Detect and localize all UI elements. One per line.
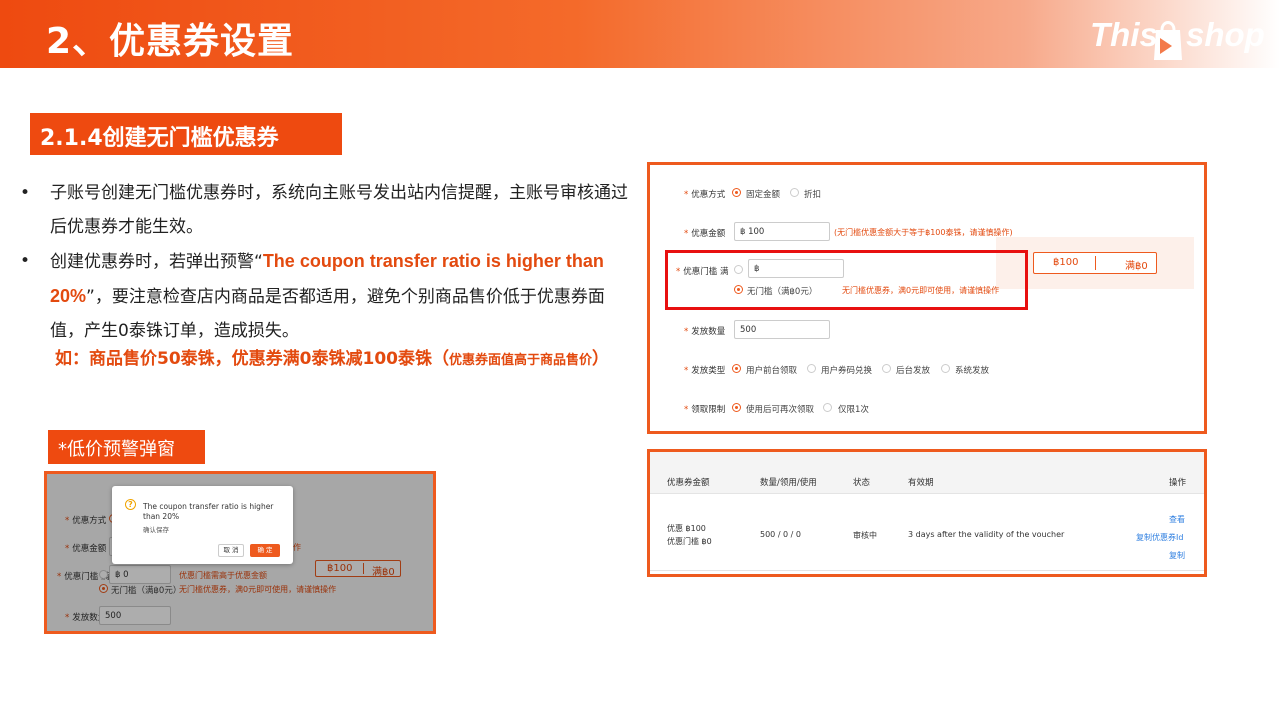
bullet-dot-icon: • [20,251,31,271]
shopping-bag-icon [1154,21,1182,60]
example-small-note: 优惠券面值高于商品售价 [448,353,592,368]
method-fixed-option: 固定金额 [746,190,781,200]
section-title: 2.1.4创建无门槛优惠券 [30,113,342,155]
example-note: 如：商品售价50泰铢，优惠券满0泰铢减100泰铢（优惠券面值高于商品售价） [55,344,609,369]
warning-dialog: ? The coupon transfer ratio is higher th… [112,486,293,564]
preview-left: ฿100 [1053,257,1079,268]
issue-type-label: * 发放类型 [684,366,726,376]
limit-repeat-radio[interactable] [732,403,741,412]
row-amount-threshold: 优惠门槛 ฿0 [667,537,712,546]
bullet-item: • 子账号创建无门槛优惠券时，系统向主账号发出站内信提醒，主账号审核通过后优惠券… [20,176,630,244]
qty-input[interactable]: 500 [734,320,830,339]
header-banner: 2、优惠券设置 This shop [0,0,1280,68]
logo-text-this: This [1090,16,1158,53]
page-title: 2、优惠券设置 [46,21,295,62]
method-fixed-radio[interactable] [732,188,741,197]
threshold-highlight-box [665,250,1028,310]
amount-hint: (无门槛优惠金额大于等于฿100泰铢，请谨慎操作) [834,228,1013,237]
example-close: ） [592,349,609,369]
thisshop-logo: This shop [1090,12,1270,64]
popup-caption: *低价预警弹窗 [48,430,205,464]
table-header: 优惠券金额 数量/领用/使用 状态 有效期 操作 [650,452,1204,494]
issue-backend-radio[interactable] [882,364,891,373]
dialog-message: The coupon transfer ratio is higher than… [143,502,274,521]
bullet-item: • 创建优惠券时，若弹出预警“The coupon transfer ratio… [20,244,630,348]
bullet-text-pre: 创建优惠券时，若弹出预警“ [50,252,263,272]
row-amount-discount: 优惠 ฿100 [667,524,706,533]
copy-coupon-id-link[interactable]: 复制优惠券Id [1136,532,1183,543]
col-amount: 优惠券金额 [667,478,710,488]
question-icon: ? [125,499,136,510]
issue-front-option: 用户前台领取 [746,366,798,376]
col-status: 状态 [853,478,871,488]
col-actions: 操作 [1169,478,1187,488]
example-main: 如：商品售价50泰铢，优惠券满0泰铢减100泰铢（ [55,349,449,369]
bullet-dot-icon: • [20,183,31,203]
limit-once-radio[interactable] [823,403,832,412]
row-counts: 500 / 0 / 0 [760,530,802,539]
limit-once-option: 仅限1次 [838,405,869,415]
issue-front-radio[interactable] [732,364,741,373]
limit-label: * 领取限制 [684,405,726,415]
col-validity: 有效期 [908,478,934,488]
coupon-table-screenshot: 优惠券金额 数量/领用/使用 状态 有效期 操作 优惠 ฿100 优惠门槛 ฿0… [647,449,1207,577]
row-validity: 3 days after the validity of the voucher [908,530,1065,539]
bullet-text: 子账号创建无门槛优惠券时，系统向主账号发出站内信提醒，主账号审核通过后优惠券才能… [50,183,628,237]
preview-right: 满฿0 [1125,261,1148,272]
table-divider [650,570,1204,571]
bullet-text-post: ”，要注意检查店内商品是否都适用，避免个别商品售价低于优惠券面值，产生0泰铢订单… [50,287,605,341]
issue-system-option: 系统发放 [955,366,990,376]
row-status: 审核中 [853,531,877,540]
confirm-button[interactable]: 确 定 [250,544,280,557]
view-link[interactable]: 查看 [1169,514,1185,525]
issue-system-radio[interactable] [941,364,950,373]
logo-text-shop: shop [1186,16,1265,53]
dialog-subtext: 确认保存 [143,526,169,534]
amount-label: * 优惠金额 [684,229,726,239]
coupon-form-screenshot: * 优惠方式 固定金额 折扣 * 优惠金额 ฿ 100 (无门槛优惠金额大于等于฿1… [647,162,1207,434]
qty-label: * 发放数量 [684,327,726,337]
limit-repeat-option: 使用后可再次领取 [746,405,815,415]
issue-backend-option: 后台发放 [896,366,931,376]
preview-separator [1095,256,1096,270]
issue-code-radio[interactable] [807,364,816,373]
method-discount-option: 折扣 [804,190,822,200]
cancel-button[interactable]: 取 消 [218,544,244,557]
method-discount-radio[interactable] [790,188,799,197]
popup-screenshot: *优惠方式 固 *优惠金额 ฿ 1 作 *优惠门槛 满 ฿ 0 优惠门槛需高于优… [44,471,436,634]
copy-link[interactable]: 复制 [1169,550,1185,561]
bullet-list: • 子账号创建无门槛优惠券时，系统向主账号发出站内信提醒，主账号审核通过后优惠券… [20,176,630,348]
col-counts: 数量/领用/使用 [760,478,817,488]
amount-input[interactable]: ฿ 100 [734,222,830,241]
issue-code-option: 用户券码兑换 [821,366,873,376]
method-label: * 优惠方式 [684,190,726,200]
